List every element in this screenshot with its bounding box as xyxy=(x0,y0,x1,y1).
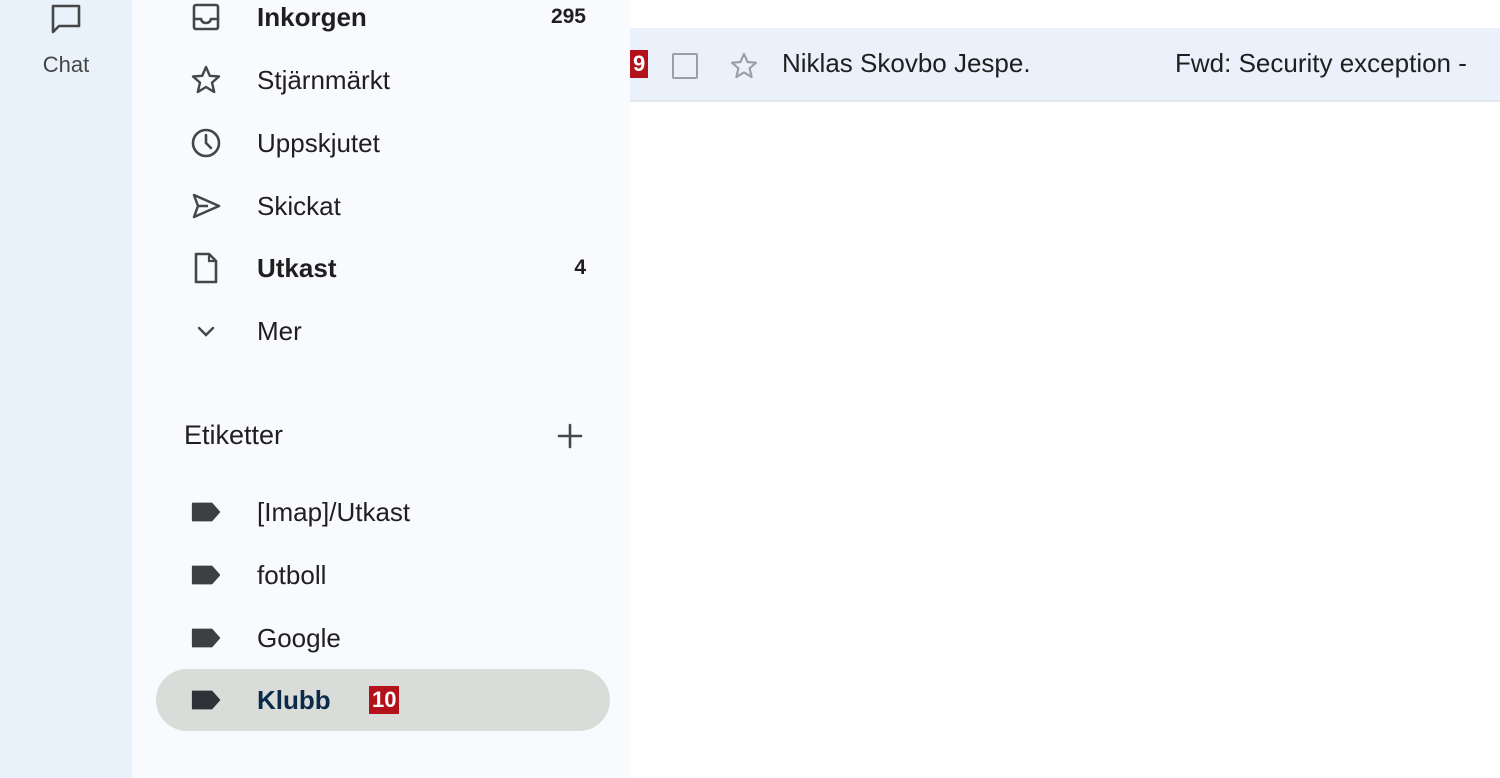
chat-label: Chat xyxy=(42,52,90,77)
inbox-icon xyxy=(190,1,222,33)
nav-item-label: Inkorgen xyxy=(257,1,367,32)
label-item-label: fotboll xyxy=(257,559,327,590)
label-item-imap-utkast[interactable]: [Imap]/Utkast xyxy=(156,481,610,543)
toolbar-strip xyxy=(630,0,1500,28)
clock-icon xyxy=(190,127,222,159)
select-checkbox[interactable] xyxy=(672,53,698,79)
label-tag-icon xyxy=(190,622,222,654)
label-item-fotboll[interactable]: fotboll xyxy=(156,544,610,606)
nav-item-more[interactable]: Mer xyxy=(156,300,610,362)
mail-sender: Niklas Skovbo Jespe. xyxy=(782,48,1031,78)
mail-list-pane: 9 Niklas Skovbo Jespe. Fwd: Security exc… xyxy=(630,0,1500,778)
nav-item-snoozed[interactable]: Uppskjutet xyxy=(156,112,610,174)
chevron-down-icon xyxy=(190,315,222,347)
element-index-badge: 10 xyxy=(369,686,400,714)
nav-item-sent[interactable]: Skickat xyxy=(156,175,610,237)
nav-item-label: Uppskjutet xyxy=(257,127,380,158)
label-item-google[interactable]: Google xyxy=(156,607,610,669)
label-tag-icon xyxy=(190,496,222,528)
label-item-label: Klubb xyxy=(257,684,331,715)
element-index-badge: 9 xyxy=(630,50,649,78)
plus-icon xyxy=(557,423,583,449)
send-icon xyxy=(190,190,222,222)
nav-item-drafts[interactable]: Utkast 4 xyxy=(156,237,610,299)
draft-file-icon xyxy=(190,252,222,284)
mail-subject: Fwd: Security exception - xyxy=(1175,48,1467,78)
rail-chat-button[interactable]: Chat xyxy=(0,0,132,92)
navigation-panel: Inkorgen 295 Stjärnmärkt Uppskjutet Skic… xyxy=(132,0,630,778)
labels-title: Etiketter xyxy=(184,420,284,450)
star-icon xyxy=(190,64,222,96)
label-item-label: Google xyxy=(257,622,341,653)
draft-count: 4 xyxy=(574,256,586,279)
labels-header: Etiketter xyxy=(184,418,588,458)
nav-item-label: Mer xyxy=(257,315,302,346)
add-label-button[interactable] xyxy=(552,418,588,454)
mail-row[interactable]: 9 Niklas Skovbo Jespe. Fwd: Security exc… xyxy=(630,28,1500,102)
label-tag-icon xyxy=(190,684,222,716)
nav-item-starred[interactable]: Stjärnmärkt xyxy=(156,49,610,111)
nav-item-label: Stjärnmärkt xyxy=(257,64,390,95)
nav-item-inbox[interactable]: Inkorgen 295 xyxy=(156,0,610,48)
label-tag-icon xyxy=(190,559,222,591)
app-rail: Chat xyxy=(0,0,132,778)
label-item-klubb[interactable]: Klubb 10 xyxy=(156,669,610,731)
chat-icon xyxy=(48,2,84,36)
unread-count: 295 xyxy=(550,5,586,28)
star-toggle-icon[interactable] xyxy=(728,50,760,82)
nav-item-label: Utkast xyxy=(257,252,337,283)
label-item-label: [Imap]/Utkast xyxy=(257,496,411,527)
nav-item-label: Skickat xyxy=(257,190,341,221)
